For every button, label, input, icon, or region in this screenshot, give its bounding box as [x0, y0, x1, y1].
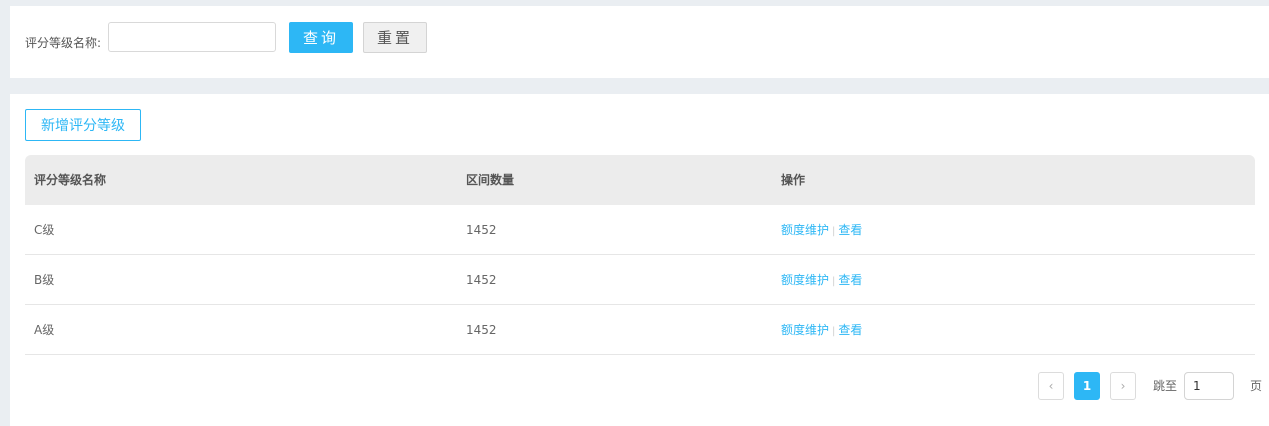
view-link[interactable]: 查看 — [838, 223, 862, 237]
grade-name-cell: B级 — [34, 273, 55, 287]
grade-table: 评分等级名称 区间数量 操作 C级 1452 额度维护 | 查看 B级 1452 额… — [25, 155, 1255, 355]
prev-page-button[interactable]: ‹ — [1038, 372, 1064, 400]
next-page-button[interactable]: › — [1110, 372, 1136, 400]
quota-maintain-link[interactable]: 额度维护 — [781, 323, 829, 337]
jump-to-label: 跳至 — [1153, 379, 1178, 393]
page-1-button[interactable]: 1 — [1074, 372, 1100, 400]
query-button[interactable]: 查询 — [289, 22, 353, 53]
table-row: C级 1452 额度维护 | 查看 — [25, 205, 1255, 255]
quota-maintain-link[interactable]: 额度维护 — [781, 273, 829, 287]
actions-cell: 额度维护 | 查看 — [781, 205, 862, 257]
search-panel: 评分等级名称: 查询 重置 — [10, 6, 1269, 78]
chevron-left-icon: ‹ — [1048, 379, 1054, 393]
table-row: B级 1452 额度维护 | 查看 — [25, 255, 1255, 305]
interval-count-cell: 1452 — [466, 223, 497, 237]
grade-name-cell: A级 — [34, 323, 55, 337]
actions-cell: 额度维护 | 查看 — [781, 255, 862, 307]
view-link[interactable]: 查看 — [838, 273, 862, 287]
quota-maintain-link[interactable]: 额度维护 — [781, 223, 829, 237]
column-header-actions: 操作 — [781, 173, 806, 187]
grade-name-cell: C级 — [34, 223, 55, 237]
reset-button[interactable]: 重置 — [363, 22, 427, 53]
interval-count-cell: 1452 — [466, 273, 497, 287]
chevron-right-icon: › — [1120, 379, 1126, 393]
search-label: 评分等级名称: — [25, 36, 102, 50]
table-header: 评分等级名称 区间数量 操作 — [25, 155, 1255, 205]
grade-name-search-input[interactable] — [108, 22, 276, 52]
table-row: A级 1452 额度维护 | 查看 — [25, 305, 1255, 355]
column-header-grade-name: 评分等级名称 — [34, 173, 107, 187]
action-separator: | — [832, 226, 836, 237]
column-header-interval-count: 区间数量 — [466, 173, 515, 187]
page-unit-label: 页 — [1250, 379, 1263, 393]
interval-count-cell: 1452 — [466, 323, 497, 337]
actions-cell: 额度维护 | 查看 — [781, 305, 862, 357]
action-separator: | — [832, 276, 836, 287]
add-grade-button[interactable]: 新增评分等级 — [25, 109, 141, 141]
action-separator: | — [832, 326, 836, 337]
view-link[interactable]: 查看 — [838, 323, 862, 337]
main-panel: 新增评分等级 评分等级名称 区间数量 操作 C级 1452 额度维护 | 查看 B级… — [10, 94, 1269, 426]
jump-page-input[interactable] — [1184, 372, 1234, 400]
